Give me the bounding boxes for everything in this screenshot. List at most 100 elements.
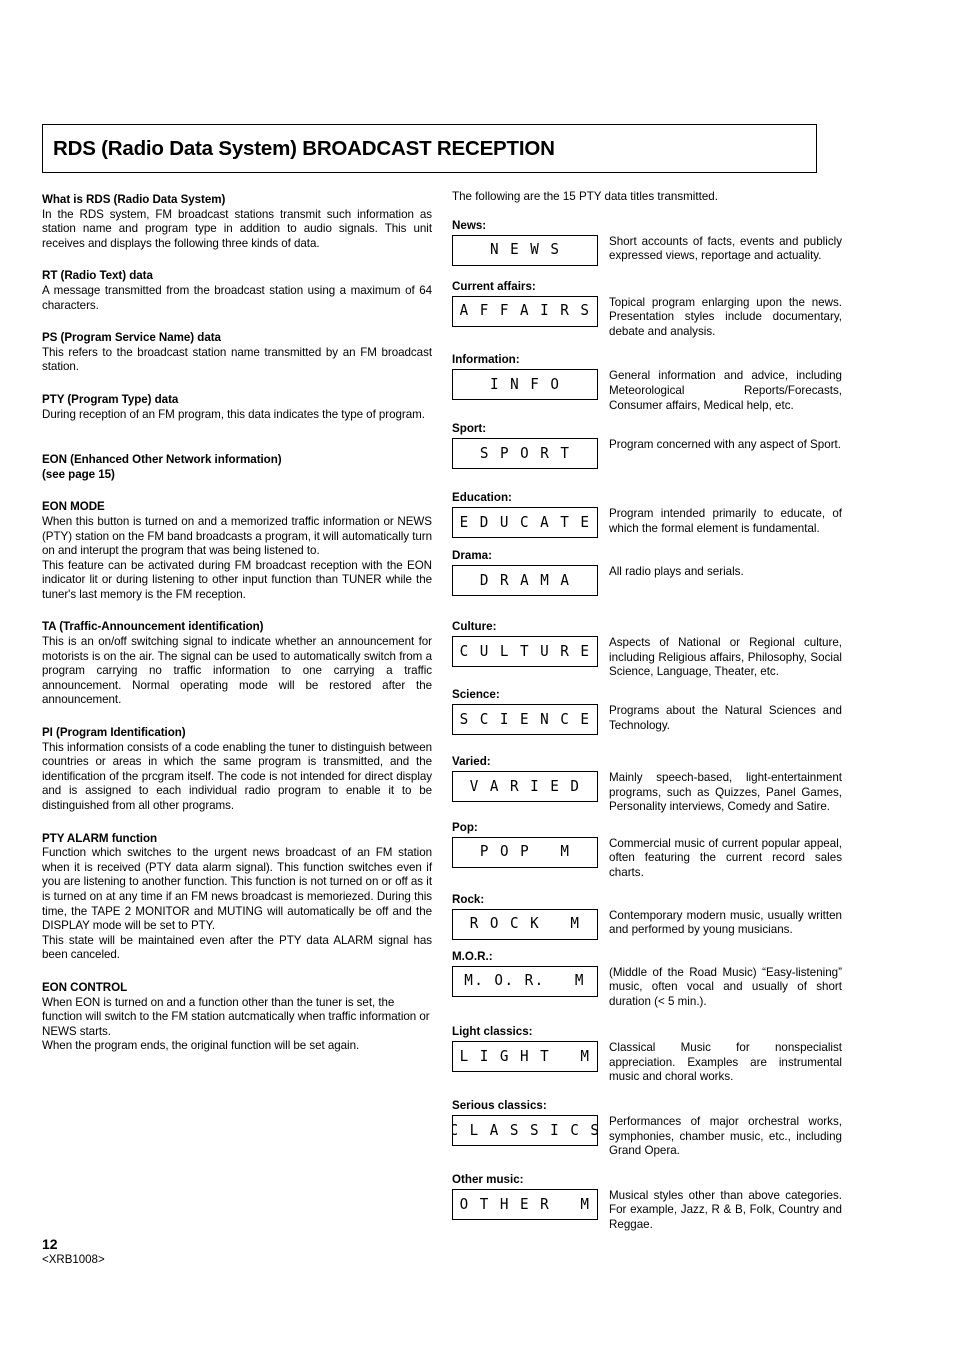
footer-document-code: <XRB1008> — [42, 1254, 105, 1266]
page-title: RDS (Radio Data System) BROADCAST RECEPT… — [53, 136, 555, 160]
pty-category-label: Education: — [452, 491, 512, 505]
page-header-box: RDS (Radio Data System) BROADCAST RECEPT… — [42, 124, 817, 173]
pty-entry: Science: S C I E N C E Programs about the … — [452, 688, 842, 735]
pty-category-label: Science: — [452, 687, 500, 701]
pty-category-label: Light classics: — [452, 1025, 533, 1039]
right-column: The following are the 15 PTY data titles… — [452, 190, 842, 1233]
section-paragraph: This feature can be activated during FM … — [42, 558, 432, 601]
section-heading: EON CONTROL — [42, 980, 128, 994]
pty-row: O T H E R M Musical styles other than abo… — [452, 1188, 842, 1233]
pty-category-label: Serious classics: — [452, 1099, 547, 1113]
pty-row: P O P M Commercial music of current popul… — [452, 836, 842, 881]
pty-entry: Serious classics: C L A S S I C S Performa… — [452, 1099, 842, 1159]
section-paragraph: This refers to the broadcast station nam… — [42, 345, 432, 374]
section-heading: PTY (Program Type) data — [42, 392, 179, 406]
pty-entry: Rock: R O C K M Contemporary modern music,… — [452, 893, 842, 940]
pty-description: Commercial music of current popular appe… — [609, 836, 842, 879]
section-heading: EON MODE — [42, 500, 105, 514]
pty-description: Mainly speech-based, light-entertainment… — [609, 770, 842, 814]
lcd-display-text: E D U C A T E — [459, 512, 591, 531]
pty-category-label: M.O.R.: — [452, 949, 493, 963]
pty-entry-list: News: N E W S Short accounts of facts, eve… — [452, 219, 842, 1233]
pty-description: Classical Music for nonspecialist apprec… — [609, 1041, 842, 1084]
section-heading: RT (Radio Text) data — [42, 269, 153, 283]
pty-category-label: Rock: — [452, 892, 485, 906]
section-paragraph: Function which switches to the urgent ne… — [42, 846, 432, 933]
pty-description: Performances of major orchestral works, … — [609, 1115, 842, 1158]
lcd-display-box: S C I E N C E — [452, 703, 598, 735]
pty-row: S P O R T Program concerned with any aspe… — [452, 438, 842, 470]
pty-row: C L A S S I C S Performances of major orc… — [452, 1115, 842, 1159]
lcd-display-box: C L A S S I C S — [452, 1115, 598, 1147]
lcd-display-box: P O P M — [452, 836, 598, 868]
lcd-display-box: C U L T U R E — [452, 636, 598, 668]
pty-entry: Light classics: L I G H T M Classical Musi… — [452, 1025, 842, 1085]
pty-row: N E W S Short accounts of facts, events a… — [452, 234, 842, 266]
pty-description: All radio plays and serials. — [609, 565, 744, 579]
pty-row: E D U C A T E Program intended primarily … — [452, 507, 842, 539]
page-footer: 12 <XRB1008> — [42, 1236, 105, 1267]
lcd-display-text: N E W S — [489, 240, 561, 259]
section-heading: PI (Program Identification) — [42, 726, 186, 740]
pty-category-label: Varied: — [452, 754, 491, 768]
pty-row: S C I E N C E Programs about the Natural … — [452, 703, 842, 735]
pty-entry: Sport: S P O R T Program concerned with an… — [452, 422, 842, 470]
section-heading: PTY ALARM function — [42, 831, 158, 845]
lcd-display-box: V A R I E D — [452, 770, 598, 802]
pty-category-label: Drama: — [452, 549, 492, 563]
lcd-display-box: R O C K M — [452, 908, 598, 940]
lcd-display-text: C L A S S I C S — [452, 1120, 598, 1139]
section-paragraph: This state will be maintained even after… — [42, 933, 432, 962]
lcd-display-text: L I G H T M — [459, 1047, 591, 1066]
pty-description: Aspects of National or Regional culture,… — [609, 636, 842, 679]
pty-row: L I G H T M Classical Music for nonspecia… — [452, 1041, 842, 1085]
pty-description: Programs about the Natural Sciences and … — [609, 703, 842, 732]
lcd-display-box: E D U C A T E — [452, 507, 598, 539]
pty-category-label: Culture: — [452, 620, 497, 634]
pty-row: A F F A I R S Topical program enlarging u… — [452, 295, 842, 340]
pty-row: I N F O General information and advice, i… — [452, 369, 842, 413]
pty-description: Topical program enlarging upon the news.… — [609, 295, 842, 338]
lcd-display-text: V A R I E D — [469, 776, 581, 795]
pty-entry: Current affairs: A F F A I R S Topical pro… — [452, 280, 842, 340]
pty-intro-text: The following are the 15 PTY data titles… — [452, 190, 718, 203]
lcd-display-box: L I G H T M — [452, 1041, 598, 1073]
lcd-display-text: S P O R T — [479, 443, 571, 462]
pty-description: Contemporary modern music, usually writt… — [609, 908, 842, 937]
pty-entry: Education: E D U C A T E Program intended … — [452, 491, 842, 539]
lcd-display-text: P O P M — [479, 842, 571, 861]
pty-entry: Drama: D R A M A All radio plays and seria… — [452, 549, 842, 597]
pty-row: D R A M A All radio plays and serials. — [452, 565, 842, 597]
pty-row: M. O. R. M (Middle of the Road Music) “Ea… — [452, 965, 842, 1010]
pty-description: General information and advice, includin… — [609, 369, 842, 412]
section-paragraph: In the RDS system, FM broadcast stations… — [42, 207, 432, 250]
left-column: What is RDS (Radio Data System) In the RD… — [42, 193, 432, 1054]
pty-description: Program intended primarily to educate, o… — [609, 507, 842, 535]
pty-entry: Information: I N F O General information a… — [452, 353, 842, 413]
lcd-display-text: O T H E R M — [459, 1194, 591, 1213]
section-paragraph: When this button is turned on and a memo… — [42, 514, 432, 558]
pty-entry: Other music: O T H E R M Musical styles ot… — [452, 1173, 842, 1233]
lcd-display-box: D R A M A — [452, 565, 598, 597]
section-heading: EON (Enhanced Other Network information)… — [42, 453, 282, 481]
pty-category-label: News: — [452, 218, 487, 232]
pty-description: (Middle of the Road Music) “Easy-listeni… — [609, 965, 842, 1008]
section-heading: PS (Program Service Name) data — [42, 331, 221, 345]
footer-page-number: 12 — [42, 1236, 58, 1252]
lcd-display-text: I N F O — [489, 375, 561, 394]
pty-description: Program concerned with any aspect of Spo… — [609, 438, 841, 452]
pty-entry: Varied: V A R I E D Mainly speech-based, l… — [452, 755, 842, 815]
lcd-display-text: D R A M A — [479, 570, 571, 589]
section-paragraph: When EON is turned on and a function oth… — [42, 995, 430, 1038]
pty-entry: Pop: P O P M Commercial music of current p… — [452, 821, 842, 881]
section-heading: What is RDS (Radio Data System) — [42, 193, 226, 206]
pty-row: V A R I E D Mainly speech-based, light-en… — [452, 770, 842, 815]
pty-category-label: Sport: — [452, 422, 487, 436]
